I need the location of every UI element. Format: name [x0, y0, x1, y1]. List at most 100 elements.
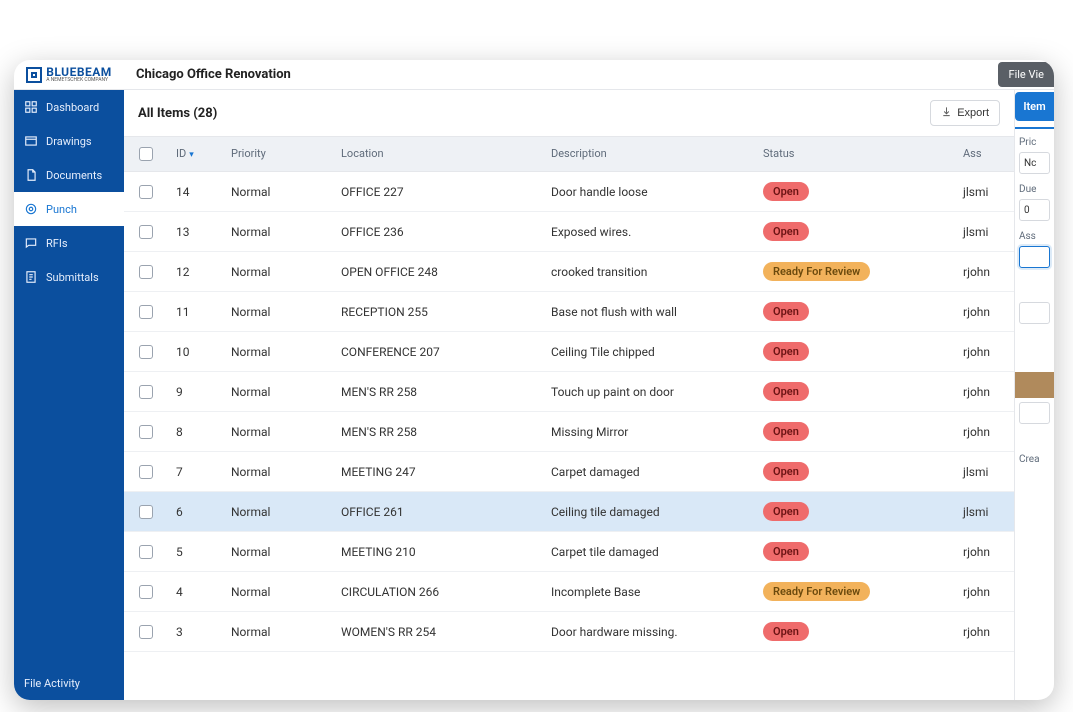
column-header-location[interactable]: Location	[333, 137, 543, 171]
sidebar-item-drawings[interactable]: Drawings	[14, 124, 124, 158]
cell-description: Door hardware missing.	[543, 615, 755, 649]
table-row[interactable]: 9NormalMEN'S RR 258Touch up paint on doo…	[124, 372, 1014, 412]
cell-description: Ceiling tile damaged	[543, 495, 755, 529]
sidebar-item-dashboard[interactable]: Dashboard	[14, 90, 124, 124]
sidebar-item-punch[interactable]: Punch	[14, 192, 124, 226]
cell-priority: Normal	[223, 575, 333, 609]
sidebar-item-submittals[interactable]: Submittals	[14, 260, 124, 294]
cell-priority: Normal	[223, 255, 333, 289]
row-checkbox[interactable]	[124, 415, 168, 449]
file-activity-link[interactable]: File Activity	[14, 667, 124, 700]
detail-extra-field-1[interactable]	[1019, 302, 1050, 324]
table-row[interactable]: 6NormalOFFICE 261Ceiling tile damagedOpe…	[124, 492, 1014, 532]
detail-tab-item[interactable]: Item	[1015, 92, 1054, 121]
table-row[interactable]: 4NormalCIRCULATION 266Incomplete BaseRea…	[124, 572, 1014, 612]
table-row[interactable]: 5NormalMEETING 210Carpet tile damagedOpe…	[124, 532, 1014, 572]
table-row[interactable]: 13NormalOFFICE 236Exposed wires.Openjlsm…	[124, 212, 1014, 252]
cell-status: Open	[755, 612, 955, 651]
punch-icon	[24, 202, 38, 216]
cell-description: Base not flush with wall	[543, 295, 755, 329]
export-button[interactable]: Export	[930, 100, 1000, 126]
cell-location: OFFICE 236	[333, 215, 543, 249]
sidebar-item-rfis[interactable]: RFIs	[14, 226, 124, 260]
table-row[interactable]: 11NormalRECEPTION 255Base not flush with…	[124, 292, 1014, 332]
row-checkbox[interactable]	[124, 495, 168, 529]
drawings-icon	[24, 134, 38, 148]
table-row[interactable]: 10NormalCONFERENCE 207Ceiling Tile chipp…	[124, 332, 1014, 372]
row-checkbox[interactable]	[124, 335, 168, 369]
detail-save-button[interactable]	[1015, 372, 1054, 398]
row-checkbox[interactable]	[124, 175, 168, 209]
row-checkbox[interactable]	[124, 375, 168, 409]
cell-status: Ready For Review	[755, 572, 955, 611]
table-row[interactable]: 12NormalOPEN OFFICE 248crooked transitio…	[124, 252, 1014, 292]
cell-id: 7	[168, 455, 223, 489]
sidebar-item-label: Dashboard	[46, 101, 99, 114]
detail-due-field[interactable]: 0	[1019, 199, 1050, 221]
sidebar-item-label: RFIs	[46, 237, 68, 250]
row-checkbox[interactable]	[124, 615, 168, 649]
status-badge: Open	[763, 622, 809, 641]
cell-status: Open	[755, 212, 955, 251]
column-header-description[interactable]: Description	[543, 137, 755, 171]
cell-description: Touch up paint on door	[543, 375, 755, 409]
sidebar-item-documents[interactable]: Documents	[14, 158, 124, 192]
table-row[interactable]: 8NormalMEN'S RR 258Missing MirrorOpenrjo…	[124, 412, 1014, 452]
cell-id: 11	[168, 295, 223, 329]
cell-assignee: rjohn	[955, 375, 1014, 409]
cell-id: 8	[168, 415, 223, 449]
cell-location: OFFICE 227	[333, 175, 543, 209]
cell-status: Ready For Review	[755, 252, 955, 291]
cell-priority: Normal	[223, 215, 333, 249]
cell-id: 14	[168, 175, 223, 209]
cell-assignee: jlsmi	[955, 455, 1014, 489]
logo-icon	[26, 67, 42, 83]
cell-assignee: rjohn	[955, 255, 1014, 289]
status-badge: Open	[763, 462, 809, 481]
status-badge: Open	[763, 422, 809, 441]
table-row[interactable]: 14NormalOFFICE 227Door handle looseOpenj…	[124, 172, 1014, 212]
cell-description: Missing Mirror	[543, 415, 755, 449]
row-checkbox[interactable]	[124, 455, 168, 489]
cell-priority: Normal	[223, 295, 333, 329]
cell-assignee: rjohn	[955, 535, 1014, 569]
download-icon	[941, 106, 952, 120]
cell-location: CIRCULATION 266	[333, 575, 543, 609]
cell-status: Open	[755, 332, 955, 371]
detail-assignee-field[interactable]	[1019, 246, 1050, 268]
cell-location: OFFICE 261	[333, 495, 543, 529]
cell-status: Open	[755, 372, 955, 411]
detail-due-label: Due	[1015, 176, 1054, 197]
column-header-assignee[interactable]: Ass	[955, 137, 1014, 171]
file-view-button[interactable]: File Vie	[998, 62, 1054, 87]
table-row[interactable]: 7NormalMEETING 247Carpet damagedOpenjlsm…	[124, 452, 1014, 492]
select-all-checkbox[interactable]	[124, 137, 168, 171]
sidebar: Dashboard DrawingsDocumentsPunch RFIs Submi…	[14, 90, 124, 700]
row-checkbox[interactable]	[124, 535, 168, 569]
cell-status: Open	[755, 452, 955, 491]
column-header-status[interactable]: Status	[755, 137, 955, 171]
row-checkbox[interactable]	[124, 295, 168, 329]
row-checkbox[interactable]	[124, 215, 168, 249]
cell-id: 12	[168, 255, 223, 289]
sort-caret-icon: ▾	[189, 150, 194, 160]
cell-status: Open	[755, 292, 955, 331]
cell-priority: Normal	[223, 535, 333, 569]
cell-description: Carpet damaged	[543, 455, 755, 489]
detail-extra-field-2[interactable]	[1019, 402, 1050, 424]
table-header: ID▾ Priority Location Description Status…	[124, 137, 1014, 172]
row-checkbox[interactable]	[124, 255, 168, 289]
cell-assignee: rjohn	[955, 295, 1014, 329]
cell-id: 9	[168, 375, 223, 409]
column-header-priority[interactable]: Priority	[223, 137, 333, 171]
detail-priority-field[interactable]: Nc	[1019, 152, 1050, 174]
column-header-id[interactable]: ID▾	[168, 137, 223, 171]
detail-created-label: Crea	[1015, 446, 1054, 467]
cell-priority: Normal	[223, 615, 333, 649]
table-row[interactable]: 3NormalWOMEN'S RR 254Door hardware missi…	[124, 612, 1014, 652]
status-badge: Open	[763, 382, 809, 401]
cell-status: Open	[755, 532, 955, 571]
cell-description: Door handle loose	[543, 175, 755, 209]
cell-location: RECEPTION 255	[333, 295, 543, 329]
row-checkbox[interactable]	[124, 575, 168, 609]
